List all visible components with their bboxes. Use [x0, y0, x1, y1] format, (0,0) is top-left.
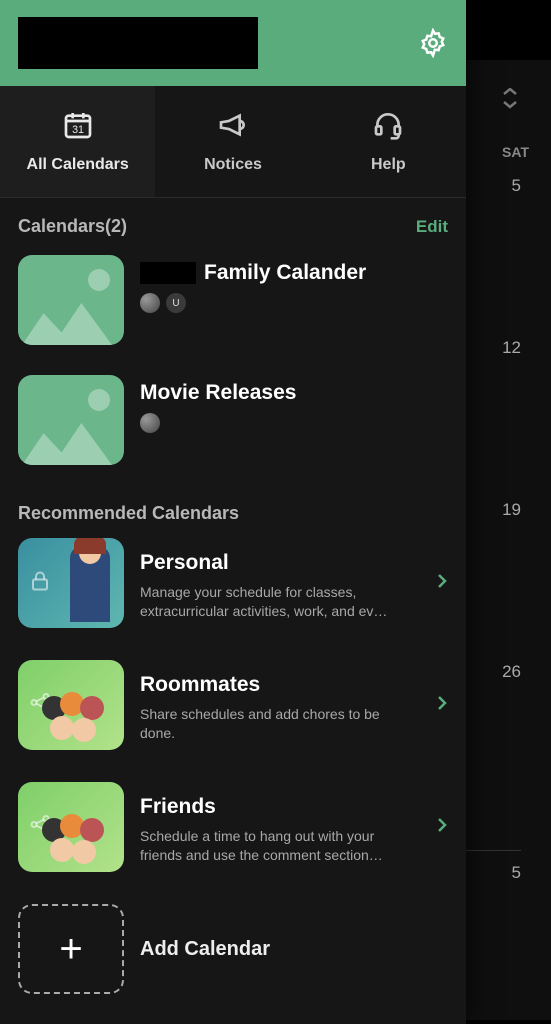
group-illustration	[36, 692, 120, 750]
add-calendar-button[interactable]: + Add Calendar	[0, 894, 466, 1020]
tab-label: Notices	[204, 156, 262, 174]
tab-notices[interactable]: Notices	[155, 86, 310, 197]
calendar-thumbnail	[18, 255, 124, 345]
calendar-name-redacted	[140, 262, 196, 284]
date-cell[interactable]: 19	[502, 500, 521, 520]
day-header: SAT	[502, 144, 529, 160]
chevron-right-icon	[436, 816, 448, 839]
calendar-description: Schedule a time to hang out with your fr…	[140, 827, 400, 865]
app-title-redacted	[18, 17, 258, 69]
calendar-thumbnail	[18, 375, 124, 465]
add-calendar-label: Add Calendar	[140, 938, 270, 961]
calendar-description: Share schedules and add chores to be don…	[140, 705, 400, 743]
calendar-title: Roommates	[140, 673, 420, 697]
avatar: U	[166, 293, 186, 313]
chevron-right-icon	[436, 694, 448, 717]
tab-label: Help	[371, 156, 406, 174]
date-cell[interactable]: 12	[502, 338, 521, 358]
chevron-right-icon	[436, 572, 448, 595]
calendar-title: Friends	[140, 795, 420, 819]
member-avatars: U	[140, 293, 448, 313]
drawer-header	[0, 0, 466, 86]
recommended-item-personal[interactable]: Personal Manage your schedule for classe…	[0, 528, 466, 650]
edit-button[interactable]: Edit	[416, 217, 448, 237]
date-cell[interactable]: 5	[461, 850, 521, 883]
date-cell[interactable]: 26	[502, 662, 521, 682]
calendar-title: Personal	[140, 551, 420, 575]
recommended-item-friends[interactable]: Friends Schedule a time to hang out with…	[0, 772, 466, 894]
settings-button[interactable]	[418, 28, 448, 58]
tab-bar: 31 All Calendars Notices Help	[0, 86, 466, 198]
section-title: Calendars(2)	[18, 216, 127, 237]
background-calendar: SAT 5 12 19 26 5	[451, 60, 551, 1020]
avatar	[140, 293, 160, 313]
calendars-section-header: Calendars(2) Edit	[18, 216, 448, 237]
calendar-description: Manage your schedule for classes, extrac…	[140, 583, 400, 621]
collapse-icon[interactable]	[501, 88, 519, 117]
calendar-thumbnail	[18, 538, 124, 628]
member-avatars	[140, 413, 448, 433]
group-illustration	[36, 814, 120, 872]
headset-icon	[372, 109, 404, 146]
tab-all-calendars[interactable]: 31 All Calendars	[0, 86, 155, 197]
calendar-title: Movie Releases	[140, 381, 448, 405]
sidebar-drawer: 31 All Calendars Notices Help Calendars(…	[0, 0, 466, 1024]
tab-label: All Calendars	[27, 156, 129, 174]
date-cell[interactable]: 5	[512, 176, 521, 196]
calendar-item[interactable]: Movie Releases	[0, 375, 466, 495]
recommended-title: Recommended Calendars	[18, 503, 448, 524]
calendar-thumbnail	[18, 782, 124, 872]
plus-icon: +	[18, 904, 124, 994]
calendar-thumbnail	[18, 660, 124, 750]
avatar	[140, 413, 160, 433]
person-illustration	[70, 546, 110, 622]
calendar-item[interactable]: Family Calander U	[0, 255, 466, 375]
calendar-title: Family Calander	[140, 261, 448, 285]
tab-help[interactable]: Help	[311, 86, 466, 197]
lock-icon	[28, 569, 52, 598]
svg-text:31: 31	[72, 124, 84, 136]
megaphone-icon	[217, 109, 249, 146]
calendar-icon: 31	[62, 109, 94, 146]
recommended-item-roommates[interactable]: Roommates Share schedules and add chores…	[0, 650, 466, 772]
